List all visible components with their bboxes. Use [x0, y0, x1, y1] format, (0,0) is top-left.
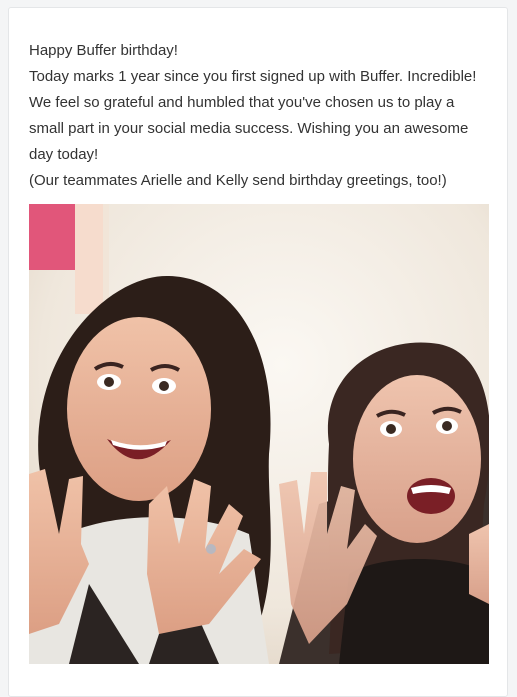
email-body: Happy Buffer birthday! Today marks 1 yea… — [29, 38, 491, 194]
teammates-photo — [29, 204, 489, 664]
teammates-photo-illustration — [29, 204, 489, 664]
greeting-line: Happy Buffer birthday! — [29, 42, 178, 59]
email-card: Happy Buffer birthday! Today marks 1 yea… — [8, 7, 508, 697]
milestone-line: Today marks 1 year since you first signe… — [29, 68, 477, 85]
teammates-note: (Our teammates Arielle and Kelly send bi… — [29, 172, 447, 189]
gratitude-paragraph: We feel so grateful and humbled that you… — [29, 94, 469, 163]
